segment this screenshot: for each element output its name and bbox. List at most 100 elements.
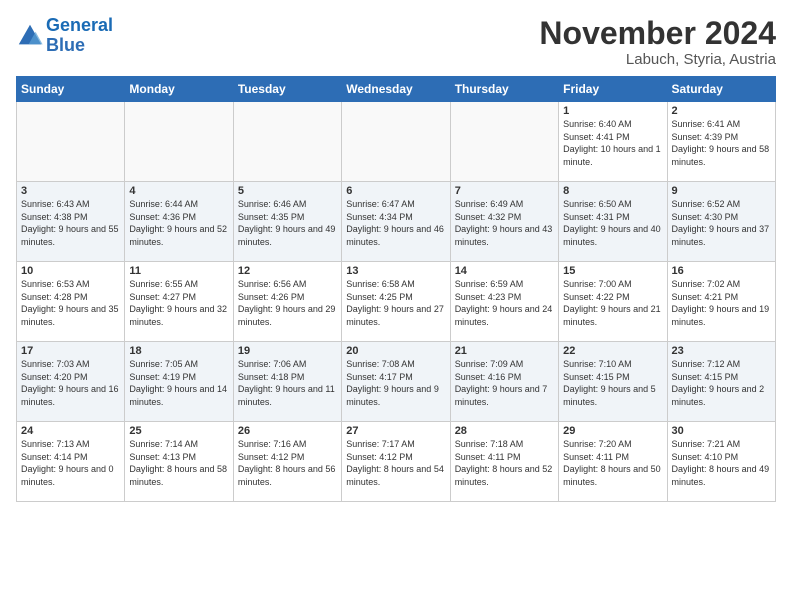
day-info: Sunrise: 6:59 AM Sunset: 4:23 PM Dayligh…	[455, 278, 554, 328]
day-number: 3	[21, 185, 120, 197]
calendar-row-0: 1Sunrise: 6:40 AM Sunset: 4:41 PM Daylig…	[17, 102, 776, 182]
calendar-cell: 23Sunrise: 7:12 AM Sunset: 4:15 PM Dayli…	[667, 342, 775, 422]
day-info: Sunrise: 6:56 AM Sunset: 4:26 PM Dayligh…	[238, 278, 337, 328]
calendar-cell: 9Sunrise: 6:52 AM Sunset: 4:30 PM Daylig…	[667, 182, 775, 262]
calendar-cell: 22Sunrise: 7:10 AM Sunset: 4:15 PM Dayli…	[559, 342, 667, 422]
calendar-row-1: 3Sunrise: 6:43 AM Sunset: 4:38 PM Daylig…	[17, 182, 776, 262]
calendar-cell: 8Sunrise: 6:50 AM Sunset: 4:31 PM Daylig…	[559, 182, 667, 262]
month-title: November 2024	[539, 16, 776, 51]
calendar-cell: 14Sunrise: 6:59 AM Sunset: 4:23 PM Dayli…	[450, 262, 558, 342]
day-info: Sunrise: 6:52 AM Sunset: 4:30 PM Dayligh…	[672, 198, 771, 248]
calendar-cell: 16Sunrise: 7:02 AM Sunset: 4:21 PM Dayli…	[667, 262, 775, 342]
logo-text: General Blue	[46, 16, 113, 56]
day-number: 24	[21, 425, 120, 437]
day-info: Sunrise: 7:14 AM Sunset: 4:13 PM Dayligh…	[129, 438, 228, 488]
day-info: Sunrise: 6:47 AM Sunset: 4:34 PM Dayligh…	[346, 198, 445, 248]
calendar-cell	[125, 102, 233, 182]
day-info: Sunrise: 7:00 AM Sunset: 4:22 PM Dayligh…	[563, 278, 662, 328]
day-info: Sunrise: 6:41 AM Sunset: 4:39 PM Dayligh…	[672, 118, 771, 168]
day-number: 17	[21, 345, 120, 357]
day-number: 29	[563, 425, 662, 437]
calendar-cell: 2Sunrise: 6:41 AM Sunset: 4:39 PM Daylig…	[667, 102, 775, 182]
day-info: Sunrise: 7:08 AM Sunset: 4:17 PM Dayligh…	[346, 358, 445, 408]
day-info: Sunrise: 6:58 AM Sunset: 4:25 PM Dayligh…	[346, 278, 445, 328]
day-info: Sunrise: 7:06 AM Sunset: 4:18 PM Dayligh…	[238, 358, 337, 408]
calendar-cell: 24Sunrise: 7:13 AM Sunset: 4:14 PM Dayli…	[17, 422, 125, 502]
day-info: Sunrise: 7:05 AM Sunset: 4:19 PM Dayligh…	[129, 358, 228, 408]
calendar-cell: 29Sunrise: 7:20 AM Sunset: 4:11 PM Dayli…	[559, 422, 667, 502]
calendar-cell	[342, 102, 450, 182]
day-info: Sunrise: 7:21 AM Sunset: 4:10 PM Dayligh…	[672, 438, 771, 488]
day-info: Sunrise: 6:53 AM Sunset: 4:28 PM Dayligh…	[21, 278, 120, 328]
col-tuesday: Tuesday	[233, 77, 341, 102]
day-number: 9	[672, 185, 771, 197]
day-number: 13	[346, 265, 445, 277]
calendar-cell: 21Sunrise: 7:09 AM Sunset: 4:16 PM Dayli…	[450, 342, 558, 422]
calendar-row-4: 24Sunrise: 7:13 AM Sunset: 4:14 PM Dayli…	[17, 422, 776, 502]
calendar-cell	[450, 102, 558, 182]
calendar-row-3: 17Sunrise: 7:03 AM Sunset: 4:20 PM Dayli…	[17, 342, 776, 422]
day-number: 12	[238, 265, 337, 277]
day-number: 23	[672, 345, 771, 357]
location: Labuch, Styria, Austria	[539, 51, 776, 68]
day-info: Sunrise: 7:12 AM Sunset: 4:15 PM Dayligh…	[672, 358, 771, 408]
calendar-cell: 27Sunrise: 7:17 AM Sunset: 4:12 PM Dayli…	[342, 422, 450, 502]
calendar-cell: 5Sunrise: 6:46 AM Sunset: 4:35 PM Daylig…	[233, 182, 341, 262]
day-info: Sunrise: 7:17 AM Sunset: 4:12 PM Dayligh…	[346, 438, 445, 488]
calendar-cell	[17, 102, 125, 182]
header: General Blue November 2024 Labuch, Styri…	[16, 16, 776, 68]
logo-line2: Blue	[46, 35, 85, 55]
day-number: 10	[21, 265, 120, 277]
header-row: Sunday Monday Tuesday Wednesday Thursday…	[17, 77, 776, 102]
day-number: 27	[346, 425, 445, 437]
calendar-cell: 13Sunrise: 6:58 AM Sunset: 4:25 PM Dayli…	[342, 262, 450, 342]
calendar-cell: 10Sunrise: 6:53 AM Sunset: 4:28 PM Dayli…	[17, 262, 125, 342]
calendar-cell: 4Sunrise: 6:44 AM Sunset: 4:36 PM Daylig…	[125, 182, 233, 262]
day-number: 2	[672, 105, 771, 117]
day-info: Sunrise: 7:13 AM Sunset: 4:14 PM Dayligh…	[21, 438, 120, 488]
calendar-cell: 28Sunrise: 7:18 AM Sunset: 4:11 PM Dayli…	[450, 422, 558, 502]
calendar-cell: 25Sunrise: 7:14 AM Sunset: 4:13 PM Dayli…	[125, 422, 233, 502]
day-info: Sunrise: 6:49 AM Sunset: 4:32 PM Dayligh…	[455, 198, 554, 248]
day-info: Sunrise: 7:20 AM Sunset: 4:11 PM Dayligh…	[563, 438, 662, 488]
day-info: Sunrise: 6:40 AM Sunset: 4:41 PM Dayligh…	[563, 118, 662, 168]
day-info: Sunrise: 7:18 AM Sunset: 4:11 PM Dayligh…	[455, 438, 554, 488]
logo-icon	[16, 22, 44, 50]
col-monday: Monday	[125, 77, 233, 102]
calendar-cell: 11Sunrise: 6:55 AM Sunset: 4:27 PM Dayli…	[125, 262, 233, 342]
day-number: 7	[455, 185, 554, 197]
calendar-body: 1Sunrise: 6:40 AM Sunset: 4:41 PM Daylig…	[17, 102, 776, 502]
day-info: Sunrise: 7:02 AM Sunset: 4:21 PM Dayligh…	[672, 278, 771, 328]
calendar-cell: 6Sunrise: 6:47 AM Sunset: 4:34 PM Daylig…	[342, 182, 450, 262]
logo: General Blue	[16, 16, 113, 56]
day-number: 28	[455, 425, 554, 437]
day-number: 18	[129, 345, 228, 357]
day-number: 22	[563, 345, 662, 357]
day-number: 8	[563, 185, 662, 197]
calendar-cell: 15Sunrise: 7:00 AM Sunset: 4:22 PM Dayli…	[559, 262, 667, 342]
calendar-cell: 12Sunrise: 6:56 AM Sunset: 4:26 PM Dayli…	[233, 262, 341, 342]
day-number: 16	[672, 265, 771, 277]
calendar-row-2: 10Sunrise: 6:53 AM Sunset: 4:28 PM Dayli…	[17, 262, 776, 342]
day-number: 21	[455, 345, 554, 357]
day-info: Sunrise: 7:16 AM Sunset: 4:12 PM Dayligh…	[238, 438, 337, 488]
calendar-cell: 17Sunrise: 7:03 AM Sunset: 4:20 PM Dayli…	[17, 342, 125, 422]
calendar-cell: 18Sunrise: 7:05 AM Sunset: 4:19 PM Dayli…	[125, 342, 233, 422]
day-info: Sunrise: 6:46 AM Sunset: 4:35 PM Dayligh…	[238, 198, 337, 248]
day-number: 26	[238, 425, 337, 437]
col-friday: Friday	[559, 77, 667, 102]
day-number: 11	[129, 265, 228, 277]
day-info: Sunrise: 7:03 AM Sunset: 4:20 PM Dayligh…	[21, 358, 120, 408]
calendar-cell: 1Sunrise: 6:40 AM Sunset: 4:41 PM Daylig…	[559, 102, 667, 182]
day-info: Sunrise: 6:50 AM Sunset: 4:31 PM Dayligh…	[563, 198, 662, 248]
day-info: Sunrise: 6:55 AM Sunset: 4:27 PM Dayligh…	[129, 278, 228, 328]
col-sunday: Sunday	[17, 77, 125, 102]
calendar-cell: 30Sunrise: 7:21 AM Sunset: 4:10 PM Dayli…	[667, 422, 775, 502]
calendar-cell	[233, 102, 341, 182]
day-info: Sunrise: 6:44 AM Sunset: 4:36 PM Dayligh…	[129, 198, 228, 248]
day-number: 14	[455, 265, 554, 277]
day-number: 5	[238, 185, 337, 197]
title-block: November 2024 Labuch, Styria, Austria	[539, 16, 776, 68]
page: General Blue November 2024 Labuch, Styri…	[0, 0, 792, 612]
day-info: Sunrise: 7:09 AM Sunset: 4:16 PM Dayligh…	[455, 358, 554, 408]
